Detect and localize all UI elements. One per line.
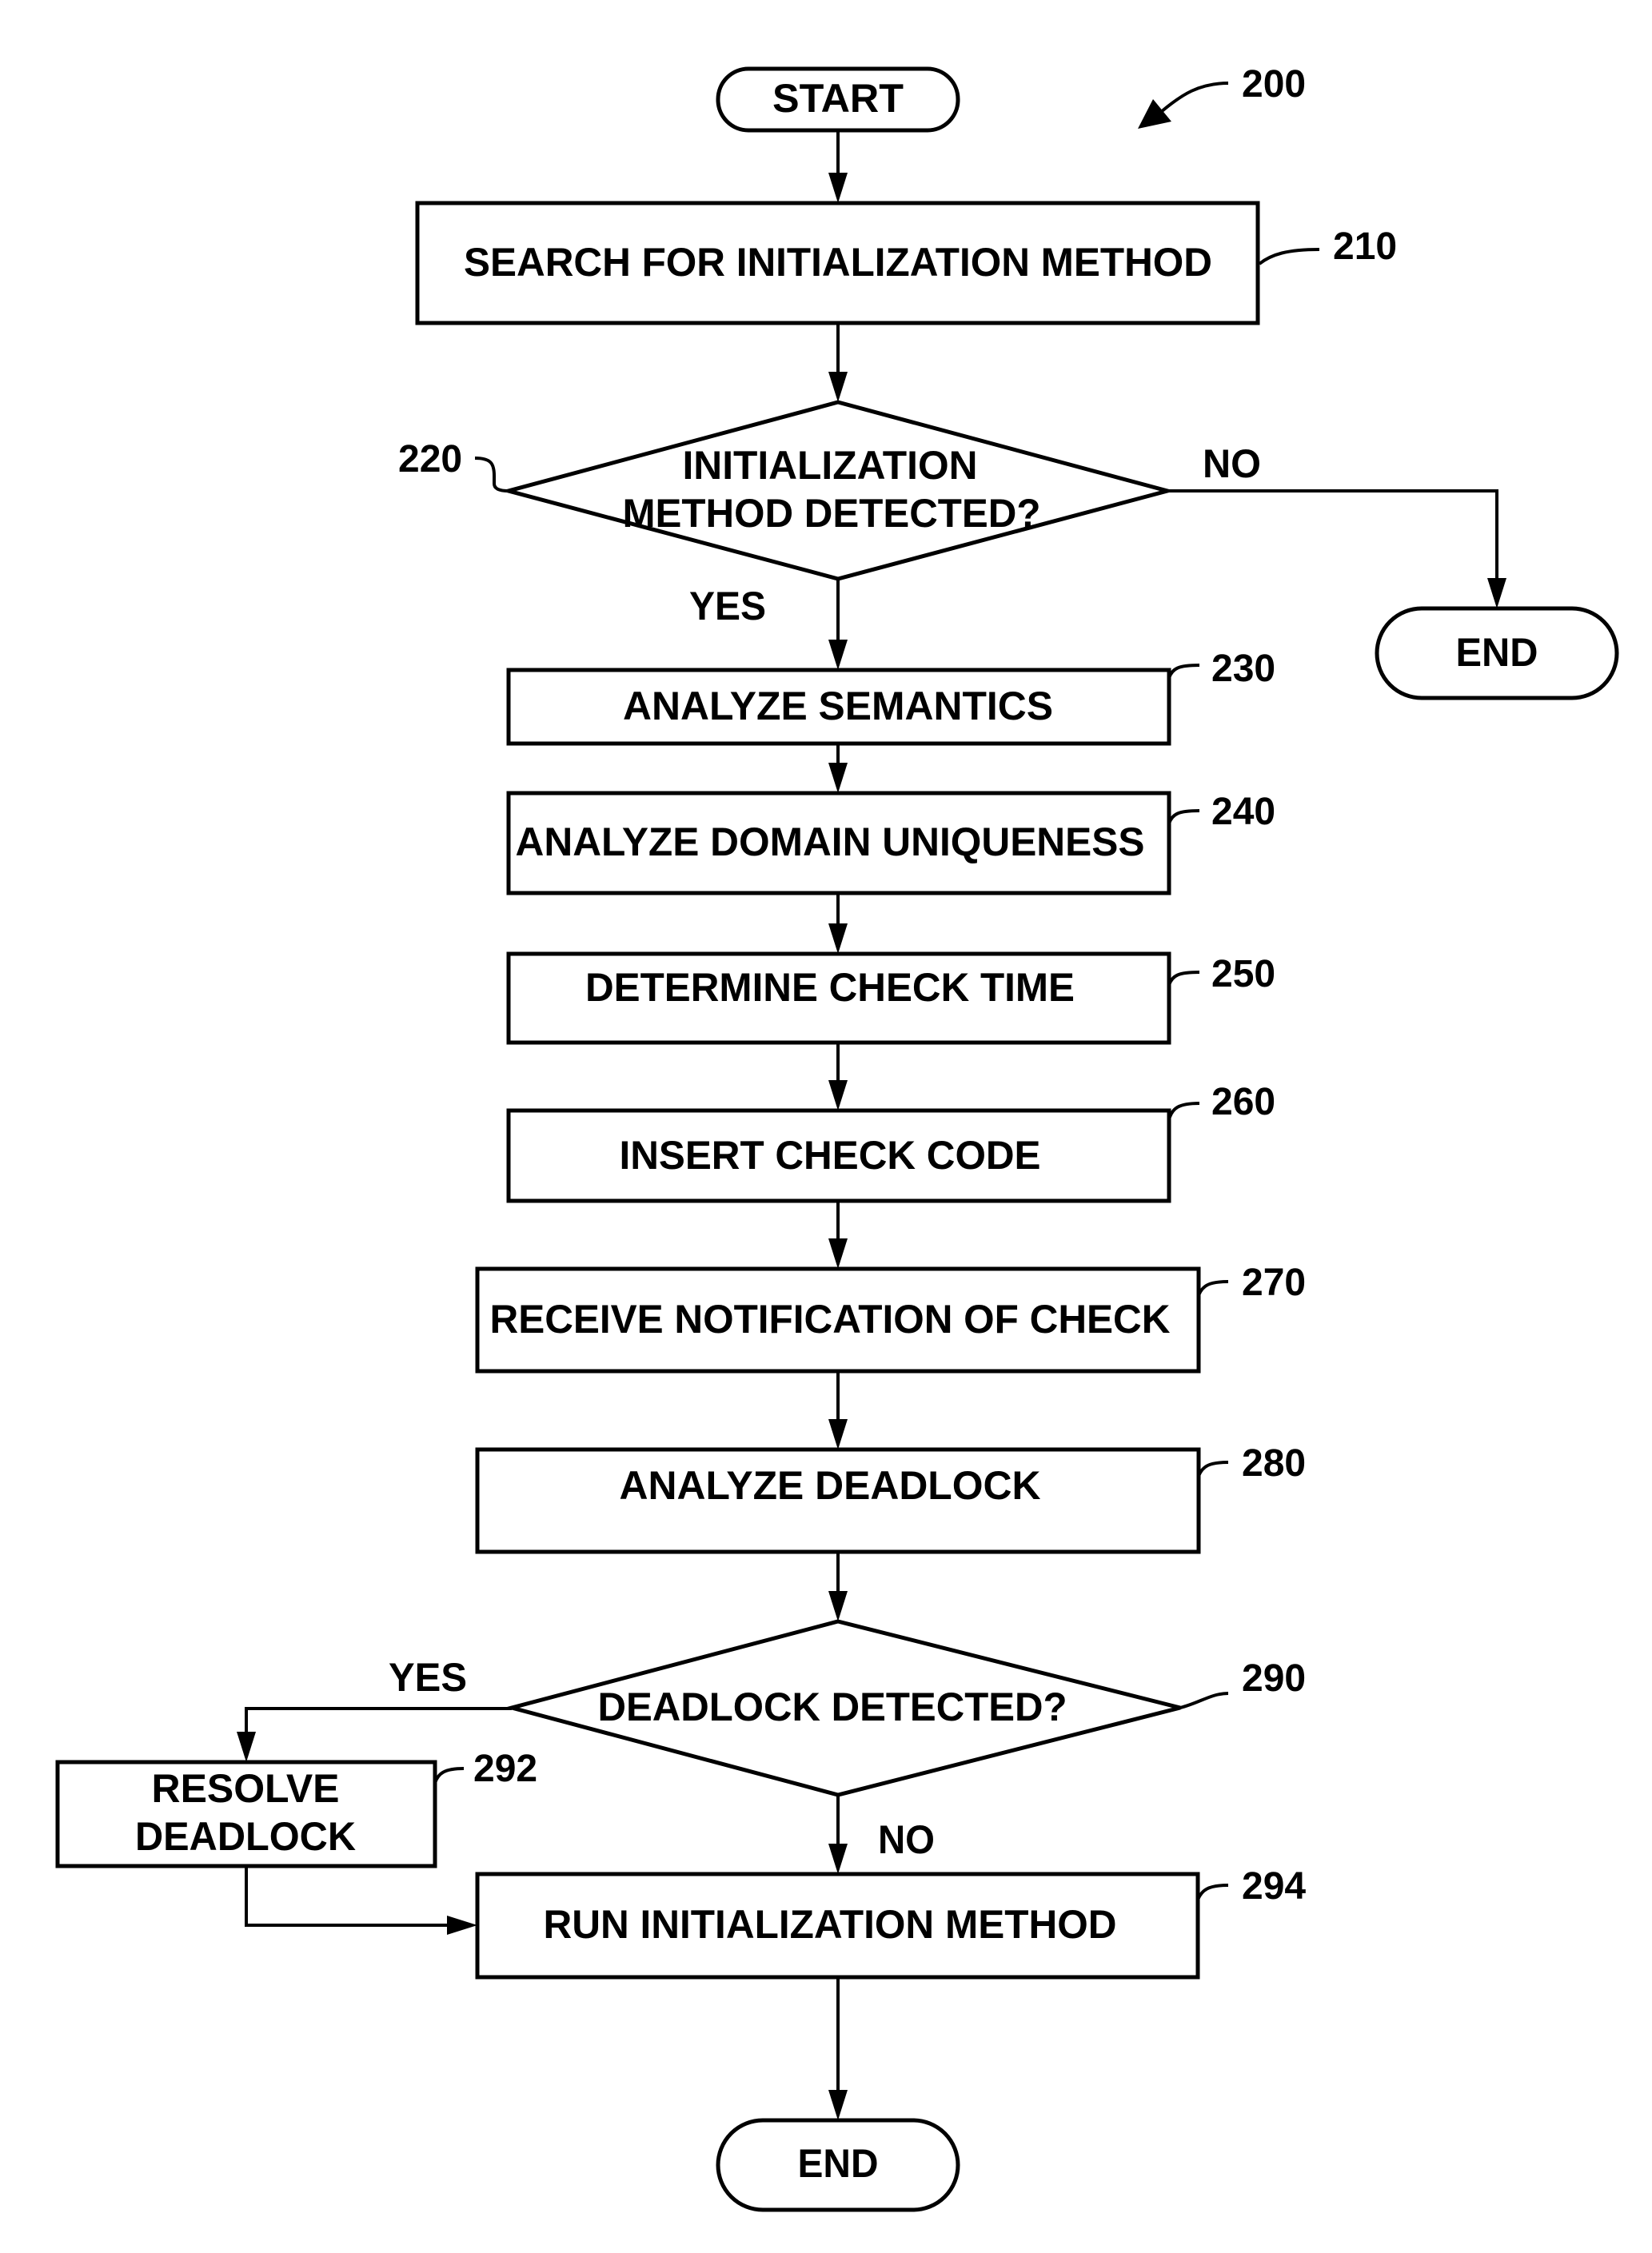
- step-294[interactable]: RUN INITIALIZATION METHOD 294: [475, 1865, 1306, 1980]
- step-280-text: ANALYZE DEADLOCK: [620, 1463, 1041, 1508]
- step-270[interactable]: RECEIVE NOTIFICATION OF CHECK 270: [475, 1262, 1306, 1374]
- step-250-ref: 250: [1211, 953, 1275, 995]
- decision-290-yes-label: YES: [389, 1655, 467, 1700]
- start-terminal[interactable]: START: [716, 66, 960, 133]
- start-label: START: [772, 76, 904, 121]
- decision-220-line2: METHOD DETECTED?: [623, 491, 1041, 536]
- step-240[interactable]: ANALYZE DOMAIN UNIQUENESS 240: [506, 791, 1275, 895]
- step-260-text: INSERT CHECK CODE: [620, 1133, 1041, 1178]
- decision-220-yes-label: YES: [689, 584, 766, 628]
- step-240-text: ANALYZE DOMAIN UNIQUENESS: [516, 819, 1145, 864]
- step-292-ref: 292: [473, 1748, 537, 1790]
- step-292-line2: DEADLOCK: [135, 1814, 356, 1859]
- end-label-right: END: [1456, 630, 1538, 675]
- end-terminal-final[interactable]: END: [716, 2118, 960, 2212]
- step-292-line1: RESOLVE: [152, 1766, 340, 1811]
- decision-220-no-label: NO: [1203, 441, 1261, 486]
- decision-290-no-label: NO: [878, 1817, 935, 1862]
- step-210-ref: 210: [1333, 225, 1397, 268]
- step-270-ref: 270: [1242, 1262, 1306, 1304]
- step-210-text: SEARCH FOR INITIALIZATION METHOD: [464, 240, 1212, 285]
- decision-220-ref: 220: [398, 438, 462, 481]
- step-280[interactable]: ANALYZE DEADLOCK 280: [475, 1442, 1306, 1554]
- decision-220-line1: INITIALIZATION: [683, 443, 978, 488]
- decision-290-text: DEADLOCK DETECTED?: [598, 1685, 1067, 1729]
- step-294-text: RUN INITIALIZATION METHOD: [544, 1902, 1117, 1947]
- end-label-bottom: END: [798, 2141, 879, 2186]
- end-terminal-no-method[interactable]: END: [1375, 606, 1619, 700]
- step-260-ref: 260: [1211, 1081, 1275, 1123]
- step-240-ref: 240: [1211, 791, 1275, 833]
- step-270-text: RECEIVE NOTIFICATION OF CHECK: [490, 1297, 1171, 1342]
- step-230-ref: 230: [1211, 648, 1275, 690]
- figure-reference-label: 200: [1242, 63, 1306, 106]
- step-294-ref: 294: [1242, 1865, 1306, 1908]
- step-230-text: ANALYZE SEMANTICS: [623, 684, 1053, 728]
- flowchart-200: 200 START SEARCH FOR INITIALIZATION METH…: [0, 0, 1652, 2253]
- step-210[interactable]: SEARCH FOR INITIALIZATION METHOD 210: [415, 201, 1397, 325]
- step-280-ref: 280: [1242, 1442, 1306, 1485]
- step-250-text: DETERMINE CHECK TIME: [585, 965, 1075, 1010]
- step-250[interactable]: DETERMINE CHECK TIME 250: [506, 951, 1275, 1045]
- decision-290-ref: 290: [1242, 1657, 1306, 1700]
